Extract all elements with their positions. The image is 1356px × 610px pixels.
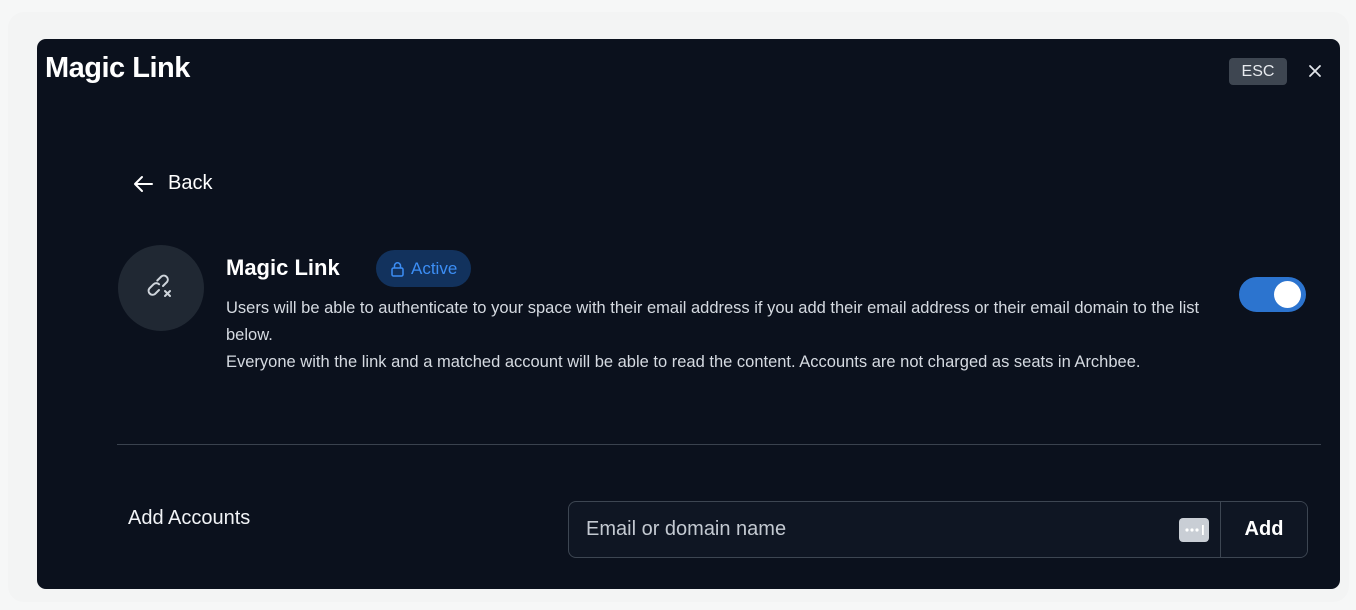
close-icon xyxy=(1309,65,1321,77)
email-or-domain-input[interactable] xyxy=(569,502,1168,557)
magic-link-avatar xyxy=(118,245,204,331)
modal-title: Magic Link xyxy=(45,52,190,84)
back-link[interactable]: Back xyxy=(132,172,212,195)
add-accounts-input-group: Add xyxy=(568,501,1308,558)
add-button[interactable]: Add xyxy=(1220,502,1307,557)
description-line-1: Users will be able to authenticate to yo… xyxy=(226,299,1200,344)
password-manager-button[interactable] xyxy=(1168,502,1220,557)
back-label: Back xyxy=(168,172,213,194)
arrow-left-icon xyxy=(134,175,153,192)
close-button[interactable] xyxy=(1303,59,1327,83)
esc-shortcut-badge: ESC xyxy=(1229,58,1287,85)
card-description: Users will be able to authenticate to yo… xyxy=(226,295,1206,376)
description-line-2: Everyone with the link and a matched acc… xyxy=(226,353,1141,371)
section-divider xyxy=(117,444,1321,445)
magic-link-toggle[interactable] xyxy=(1239,277,1306,312)
card-title: Magic Link xyxy=(226,255,340,280)
link-icon xyxy=(147,274,171,297)
status-label: Active xyxy=(411,258,458,278)
status-badge: Active xyxy=(376,250,472,287)
add-accounts-label: Add Accounts xyxy=(128,507,251,529)
magic-link-modal: Magic Link ESC Back Magic Link Active Us… xyxy=(37,39,1340,589)
password-manager-icon xyxy=(1179,517,1209,542)
lock-icon xyxy=(391,261,404,277)
toggle-knob xyxy=(1274,281,1301,308)
